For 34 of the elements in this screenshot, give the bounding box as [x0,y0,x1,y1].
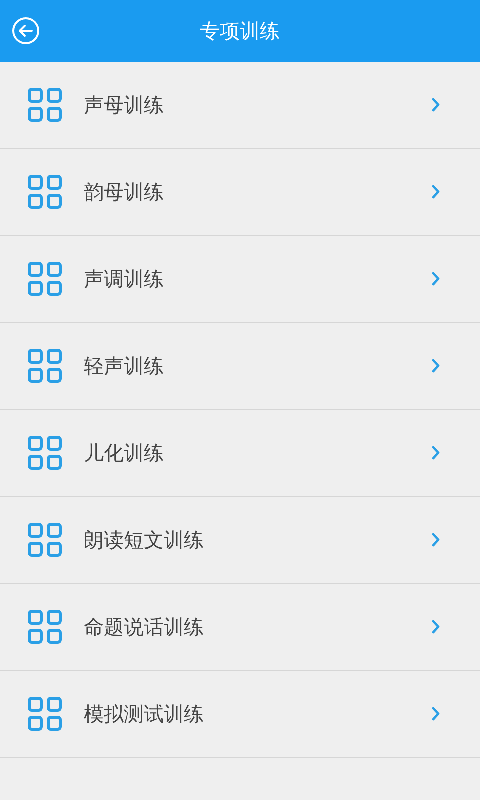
grid-icon [28,697,62,731]
item-label: 轻声训练 [84,352,165,380]
grid-icon [28,349,62,383]
menu-item[interactable]: 声母训练 [0,62,480,149]
grid-icon [28,175,62,209]
menu-item[interactable]: 模拟测试训练 [0,671,480,758]
item-label: 命题说话训练 [84,614,205,640]
item-label: 模拟测试训练 [84,700,205,728]
page-title: 专项训练 [200,18,280,44]
chevron-icon [432,98,440,112]
chevron-icon [432,359,440,373]
grid-icon [28,88,62,122]
item-label: 韵母训练 [84,178,165,206]
item-label: 儿化训练 [84,440,165,466]
grid-icon [28,262,62,296]
grid-icon [28,436,62,470]
menu-item[interactable]: 儿化训练 [0,410,480,497]
back-icon[interactable] [12,17,40,45]
chevron-icon [432,707,440,721]
menu-item[interactable]: 朗读短文训练 [0,497,480,584]
item-label: 声母训练 [84,92,165,118]
chevron-icon [432,533,440,547]
chevron-icon [432,446,440,460]
item-label: 声调训练 [84,266,165,292]
menu-item[interactable]: 韵母训练 [0,149,480,236]
chevron-icon [432,620,440,634]
chevron-icon [432,185,440,199]
menu-item[interactable]: 轻声训练 [0,323,480,410]
chevron-icon [432,272,440,286]
menu-item[interactable]: 声调训练 [0,236,480,323]
grid-icon [28,523,62,557]
item-label: 朗读短文训练 [84,526,205,554]
menu-item[interactable]: 命题说话训练 [0,584,480,671]
grid-icon [28,610,62,644]
